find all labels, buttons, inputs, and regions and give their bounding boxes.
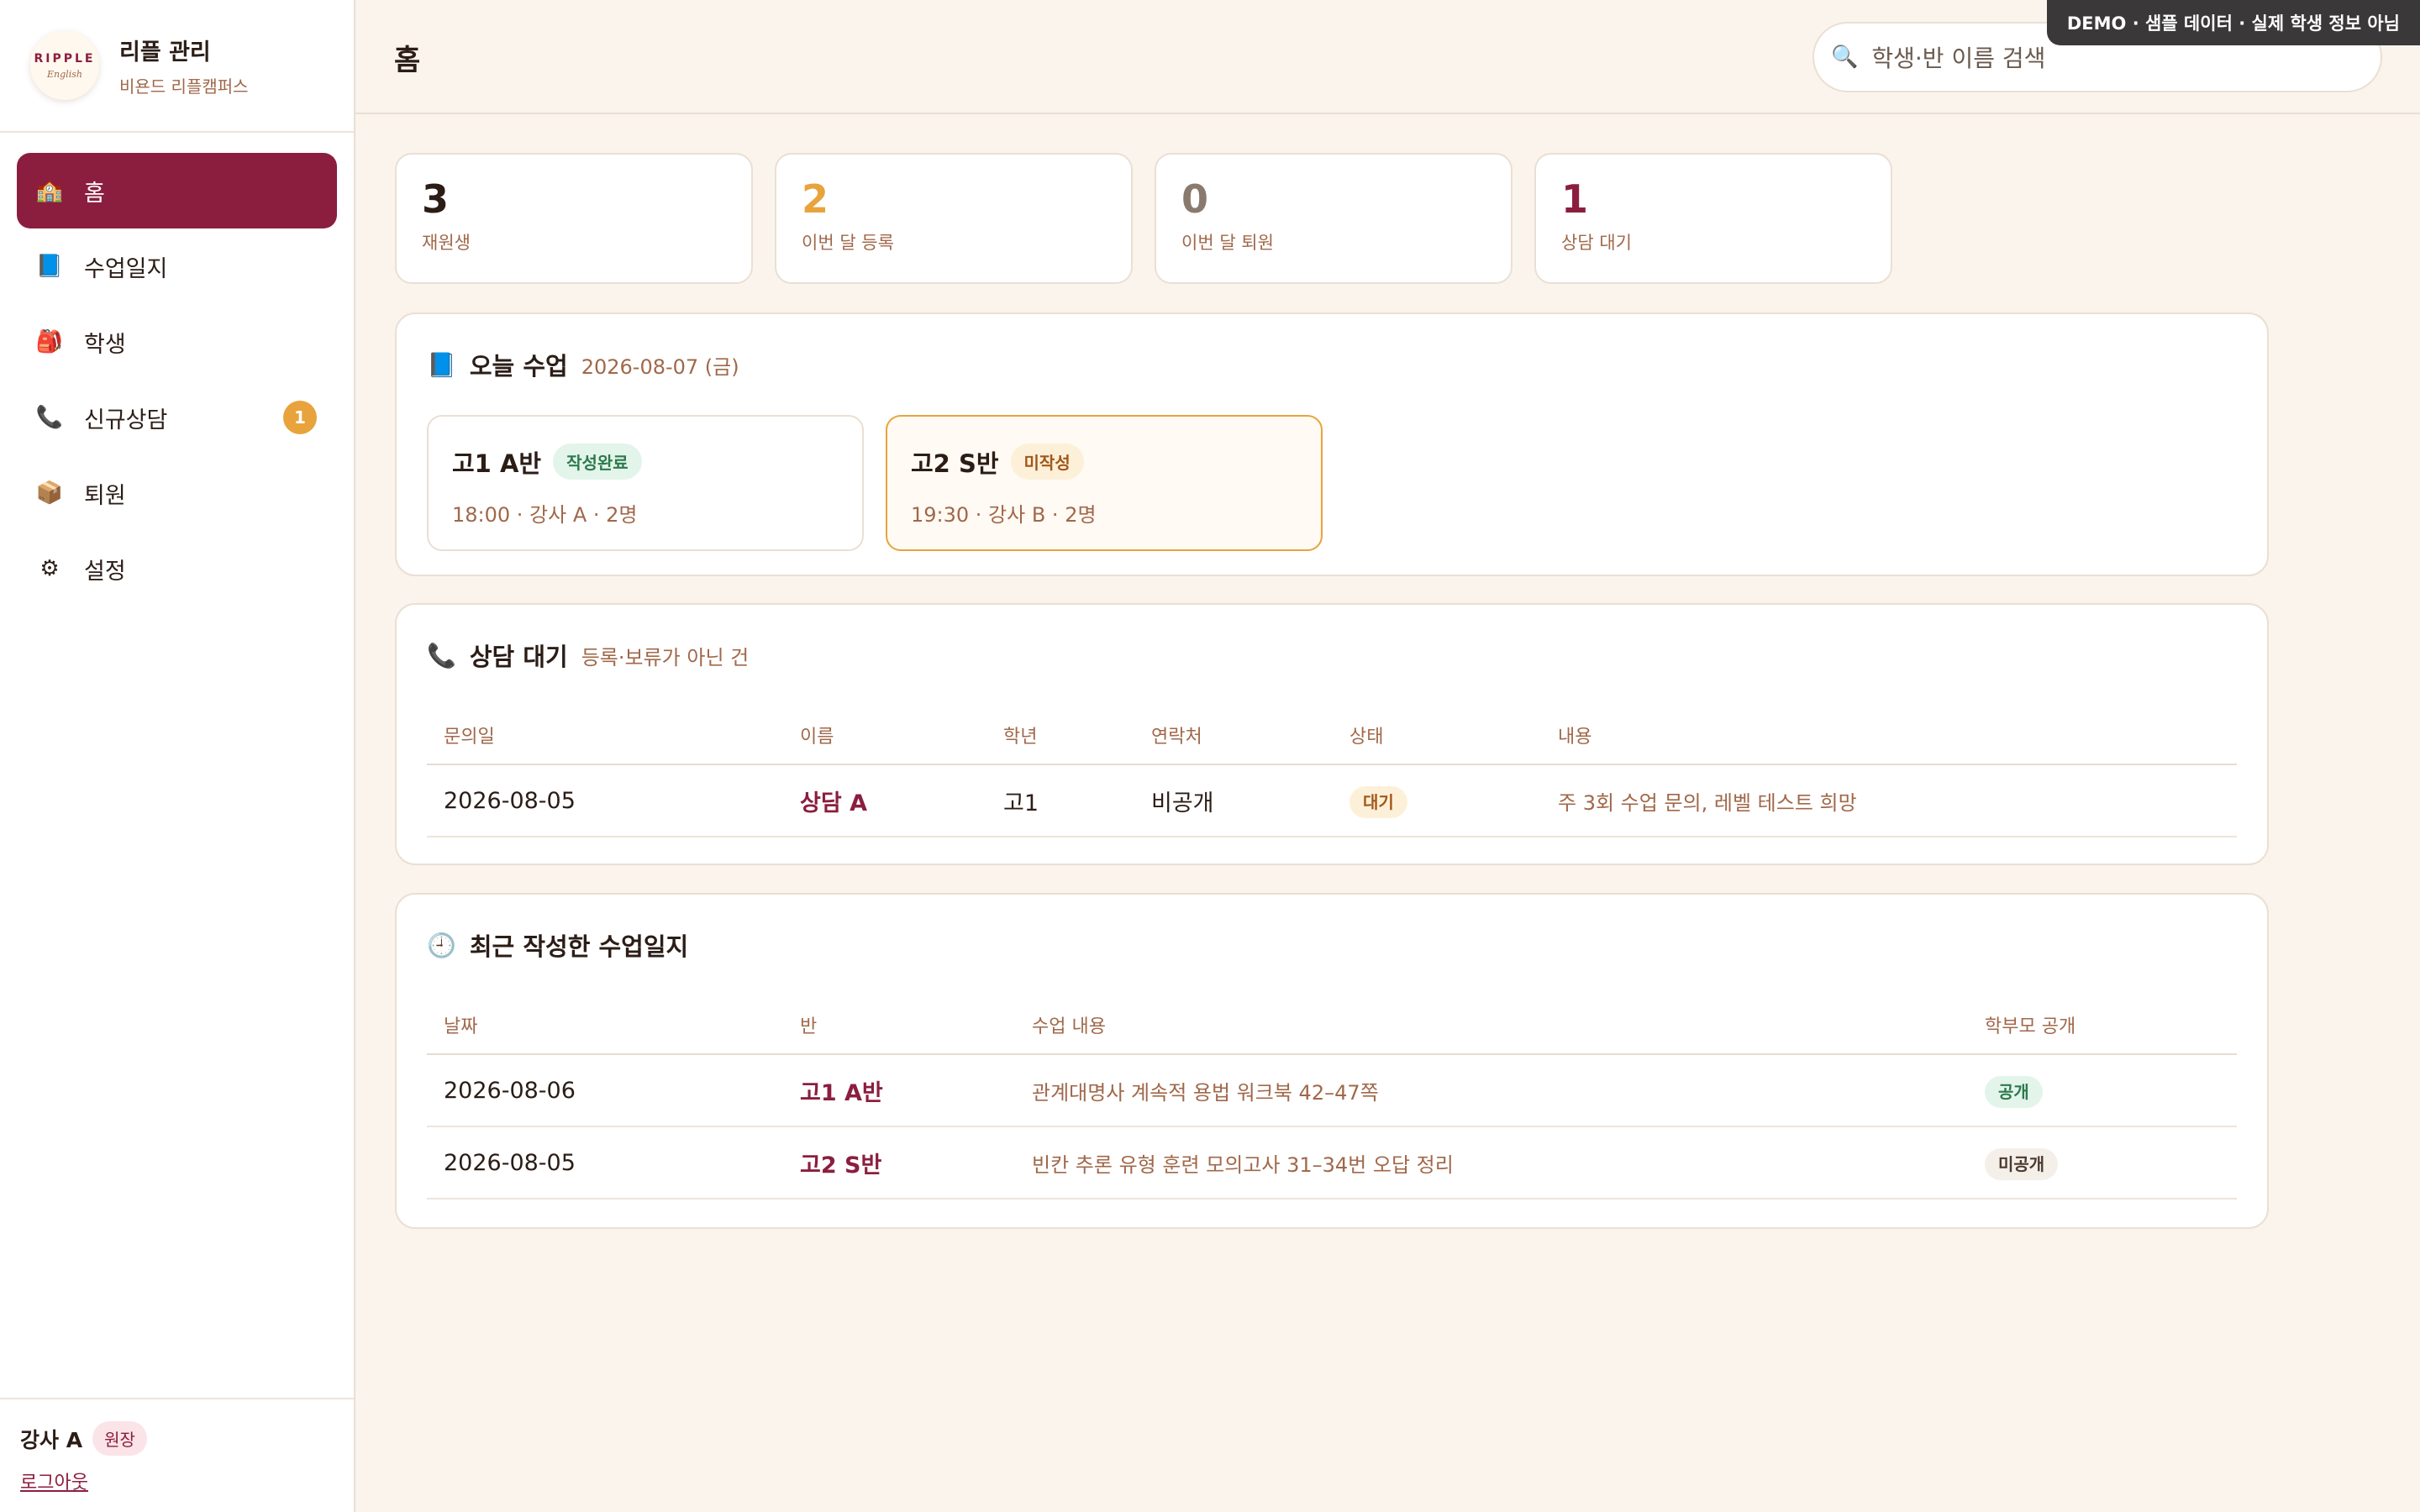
consult-table: 문의일 이름 학년 연락처 상태 내용 2026-08-05 상담 A 고1 비… bbox=[427, 706, 2237, 837]
search-placeholder: 학생·반 이름 검색 bbox=[1871, 45, 2046, 72]
cell-date: 2026-08-06 bbox=[427, 1054, 783, 1127]
stat-value: 2 bbox=[802, 176, 829, 222]
phone-icon: 📞 bbox=[427, 641, 456, 669]
logout-link[interactable]: 로그아웃 bbox=[20, 1467, 88, 1494]
stat-label: 이번 달 등록 bbox=[802, 232, 894, 253]
box-icon: 📦 bbox=[35, 480, 64, 506]
class-card[interactable]: 고1 A반 작성완료 18:00 · 강사 A · 2명 bbox=[427, 415, 864, 551]
phone-icon: 📞 bbox=[35, 405, 64, 430]
class-name: 고1 A반 bbox=[452, 449, 542, 478]
gear-icon: ⚙ bbox=[39, 556, 60, 581]
cell-content: 빈칸 추론 유형 훈련 모의고사 31–34번 오답 정리 bbox=[1015, 1126, 1968, 1200]
sidebar-item-label: 수업일지 bbox=[84, 255, 168, 282]
today-classes-panel: 📘 오늘 수업 2026-08-07 (금) 고1 A반 작성완료 18:00 … bbox=[395, 312, 2269, 576]
table-row[interactable]: 2026-08-06 고1 A반 관계대명사 계속적 용법 워크북 42–47쪽… bbox=[427, 1054, 2237, 1127]
status-badge: 미작성 bbox=[1010, 444, 1084, 480]
app-subtitle: 비욘드 리플캠퍼스 bbox=[119, 76, 249, 97]
cell-class-link[interactable]: 고1 A반 bbox=[783, 1054, 1015, 1127]
consult-waiting-panel: 📞 상담 대기 등록·보류가 아닌 건 문의일 이름 학년 연락처 상태 내용 … bbox=[395, 603, 2269, 865]
class-card[interactable]: 고2 S반 미작성 19:30 · 강사 B · 2명 bbox=[886, 415, 1323, 551]
stat-label: 재원생 bbox=[422, 232, 471, 253]
cell-class-link[interactable]: 고2 S반 bbox=[783, 1126, 1015, 1200]
role-badge: 원장 bbox=[92, 1421, 147, 1456]
table-row[interactable]: 2026-08-05 고2 S반 빈칸 추론 유형 훈련 모의고사 31–34번… bbox=[427, 1126, 2237, 1200]
panel-title: 상담 대기 bbox=[469, 643, 568, 671]
visibility-badge: 공개 bbox=[1985, 1075, 2043, 1108]
sidebar-item-settings[interactable]: ⚙ 설정 bbox=[17, 531, 337, 606]
class-meta: 19:30 · 강사 B · 2명 bbox=[911, 503, 1097, 527]
sidebar-item-home[interactable]: 🏫 홈 bbox=[17, 153, 337, 228]
book-icon: 📘 bbox=[35, 254, 64, 279]
stat-card-withdrawn-this-month[interactable]: 0 이번 달 퇴원 bbox=[1155, 153, 1512, 284]
sidebar-item-withdrawal[interactable]: 📦 퇴원 bbox=[17, 455, 337, 531]
panel-title: 오늘 수업 bbox=[469, 352, 568, 381]
sidebar-item-label: 학생 bbox=[84, 331, 126, 358]
stat-cards: 3 재원생 2 이번 달 등록 0 이번 달 퇴원 1 상담 대기 bbox=[395, 153, 1892, 284]
today-date: 2026-08-07 (금) bbox=[581, 354, 739, 379]
cell-content: 주 3회 수업 문의, 레벨 테스트 희망 bbox=[1541, 764, 2237, 837]
sidebar-item-class-log[interactable]: 📘 수업일지 bbox=[17, 228, 337, 304]
clock-icon: 🕘 bbox=[427, 931, 456, 959]
class-meta: 18:00 · 강사 A · 2명 bbox=[452, 503, 638, 527]
sidebar-item-students[interactable]: 🎒 학생 bbox=[17, 304, 337, 380]
book-icon: 📘 bbox=[427, 350, 456, 379]
recent-logs-panel: 🕘 최근 작성한 수업일지 날짜 반 수업 내용 학부모 공개 2026-08-… bbox=[395, 893, 2269, 1229]
stat-value: 1 bbox=[1561, 176, 1589, 222]
school-icon: 🏫 bbox=[35, 178, 64, 203]
app-title: 리플 관리 bbox=[119, 39, 211, 66]
column-header: 상태 bbox=[1333, 706, 1541, 765]
sidebar-footer: 강사 A 원장 로그아웃 bbox=[0, 1398, 354, 1512]
cell-date: 2026-08-05 bbox=[427, 1126, 783, 1200]
cell-date: 2026-08-05 bbox=[427, 764, 783, 837]
demo-banner: DEMO · 샘플 데이터 · 실제 학생 정보 아님 bbox=[2046, 0, 2420, 45]
column-header: 연락처 bbox=[1134, 706, 1333, 765]
sidebar-item-label: 퇴원 bbox=[84, 482, 126, 509]
cell-content: 관계대명사 계속적 용법 워크북 42–47쪽 bbox=[1015, 1054, 1968, 1127]
logo: RIPPLE English bbox=[30, 31, 99, 100]
stat-value: 0 bbox=[1181, 176, 1209, 222]
sidebar-item-label: 설정 bbox=[84, 558, 126, 585]
column-header: 학년 bbox=[986, 706, 1134, 765]
sidebar-nav: 🏫 홈 📘 수업일지 🎒 학생 📞 신규상담 1 📦 퇴원 ⚙ 설정 bbox=[0, 133, 354, 627]
sidebar-item-label: 신규상담 bbox=[84, 407, 168, 433]
search-icon: 🔍 bbox=[1831, 45, 1859, 70]
sidebar-item-label: 홈 bbox=[84, 180, 105, 207]
stat-label: 상담 대기 bbox=[1561, 232, 1632, 253]
column-header: 문의일 bbox=[427, 706, 783, 765]
stat-card-new-this-month[interactable]: 2 이번 달 등록 bbox=[775, 153, 1133, 284]
column-header: 반 bbox=[783, 995, 1015, 1055]
page-title: 홈 bbox=[394, 44, 421, 77]
stat-value: 3 bbox=[422, 176, 450, 222]
column-header: 수업 내용 bbox=[1015, 995, 1968, 1055]
stat-label: 이번 달 퇴원 bbox=[1181, 232, 1274, 253]
consultation-count-badge: 1 bbox=[283, 401, 317, 434]
user-name: 강사 A bbox=[20, 1427, 83, 1452]
column-header: 학부모 공개 bbox=[1968, 995, 2237, 1055]
column-header: 날짜 bbox=[427, 995, 783, 1055]
stat-card-enrolled[interactable]: 3 재원생 bbox=[395, 153, 753, 284]
logo-top: RIPPLE bbox=[34, 51, 96, 66]
backpack-icon: 🎒 bbox=[35, 329, 64, 354]
panel-subtitle: 등록·보류가 아닌 건 bbox=[581, 645, 750, 669]
visibility-badge: 미공개 bbox=[1985, 1147, 2059, 1180]
cell-name-link[interactable]: 상담 A bbox=[783, 764, 986, 837]
panel-title: 최근 작성한 수업일지 bbox=[469, 932, 689, 961]
sidebar: RIPPLE English 리플 관리 비욘드 리플캠퍼스 🏫 홈 📘 수업일… bbox=[0, 0, 355, 1512]
logo-bottom: English bbox=[47, 68, 82, 80]
logs-table: 날짜 반 수업 내용 학부모 공개 2026-08-06 고1 A반 관계대명사… bbox=[427, 995, 2237, 1200]
brand: RIPPLE English 리플 관리 비욘드 리플캠퍼스 bbox=[0, 0, 354, 133]
status-badge: 작성완료 bbox=[553, 444, 642, 480]
column-header: 이름 bbox=[783, 706, 986, 765]
column-header: 내용 bbox=[1541, 706, 2237, 765]
cell-contact: 비공개 bbox=[1134, 764, 1333, 837]
sidebar-item-consultation[interactable]: 📞 신규상담 1 bbox=[17, 380, 337, 455]
status-badge: 대기 bbox=[1349, 785, 1407, 818]
stat-card-consult-waiting[interactable]: 1 상담 대기 bbox=[1534, 153, 1892, 284]
table-row[interactable]: 2026-08-05 상담 A 고1 비공개 대기 주 3회 수업 문의, 레벨… bbox=[427, 764, 2237, 837]
cell-grade: 고1 bbox=[986, 764, 1134, 837]
class-name: 고2 S반 bbox=[911, 449, 999, 478]
